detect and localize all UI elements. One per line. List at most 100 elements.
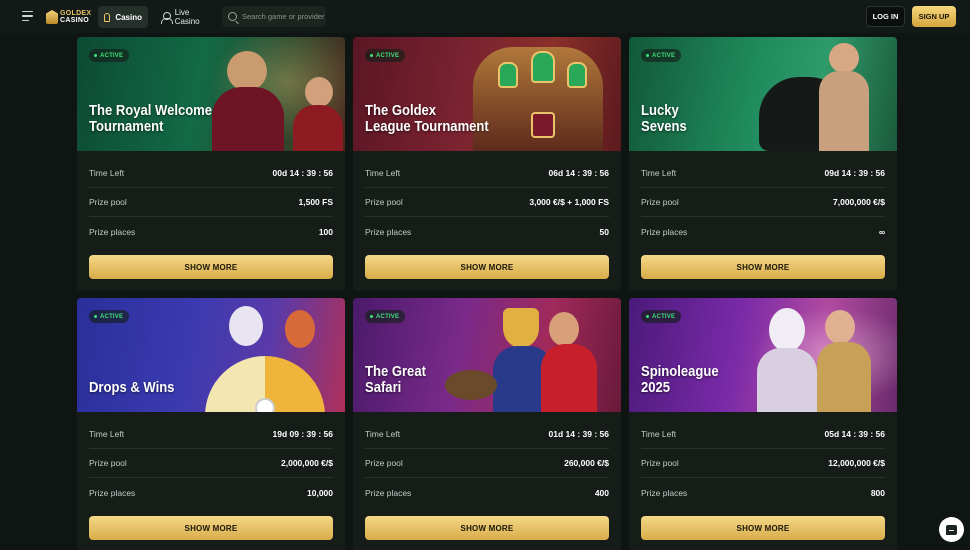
logo-line2: CASINO (60, 17, 90, 24)
tournament-banner[interactable]: ACTIVE Lucky Sevens (629, 37, 897, 151)
prize-pool-value: 12,000,000 €/$ (828, 458, 885, 468)
trophy-icon (567, 62, 587, 88)
tournament-card: ACTIVE The Great Safari Time Left 01d 14 :… (353, 298, 621, 550)
tournament-banner[interactable]: ACTIVE Spinoleague 2025 (629, 298, 897, 412)
prize-places-row: Prize places 10,000 (89, 487, 333, 498)
prize-places-value: 50 (599, 226, 609, 237)
tournament-title: The Royal Welcome Tournament (89, 103, 213, 135)
search-input[interactable] (242, 12, 326, 21)
prize-pool-value: 1,500 FS (298, 197, 334, 207)
prize-pool-row: Prize pool 260,000 €/$ (365, 449, 609, 478)
status-badge: ACTIVE (641, 310, 682, 323)
wheel-center-icon (255, 398, 275, 412)
prize-pool-value: 7,000,000 €/$ (833, 197, 885, 207)
tournament-card: ACTIVE The Goldex League Tournament Time … (353, 37, 621, 291)
search-icon (228, 12, 237, 21)
top-bar: GOLDEX CASINO Casino Live Casino LOG IN … (0, 0, 970, 33)
time-left-value: 06d 14 : 39 : 56 (548, 168, 609, 178)
prize-places-value: 10,000 (307, 487, 333, 498)
show-more-button[interactable]: SHOW MORE (365, 516, 609, 540)
live-chat-button[interactable] (939, 517, 964, 542)
tournament-banner[interactable]: ACTIVE The Royal Welcome Tournament (77, 37, 345, 151)
goddess-figure-body (817, 342, 871, 412)
tournament-title: The Goldex League Tournament (365, 103, 489, 135)
zeus-figure-head (769, 308, 805, 352)
prize-pool-row: Prize pool 1,500 FS (89, 188, 333, 217)
live-casino-icon (161, 11, 173, 24)
time-left-row: Time Left 00d 14 : 39 : 56 (89, 159, 333, 188)
nav-live-casino[interactable]: Live Casino (155, 6, 217, 28)
prize-places-row: Prize places 50 (365, 226, 609, 237)
prize-places-value: 800 (870, 487, 885, 498)
chat-icon (946, 524, 957, 535)
time-left-row: Time Left 06d 14 : 39 : 56 (365, 159, 609, 188)
time-left-row: Time Left 01d 14 : 39 : 56 (365, 420, 609, 449)
prize-pool-row: Prize pool 3,000 €/$ + 1,000 FS (365, 188, 609, 217)
trophy-icon (531, 51, 555, 83)
status-badge: ACTIVE (641, 49, 682, 62)
time-left-value: 09d 14 : 39 : 56 (824, 168, 885, 178)
man-figure-head (227, 51, 267, 91)
tournament-title: Lucky Sevens (641, 103, 687, 135)
show-more-button[interactable]: SHOW MORE (365, 255, 609, 279)
trophy-icon (498, 62, 518, 88)
goddess-figure-head (825, 310, 855, 344)
tournament-banner[interactable]: ACTIVE Drops & Wins (77, 298, 345, 412)
time-left-row: Time Left 09d 14 : 39 : 56 (641, 159, 885, 188)
signup-button[interactable]: SIGN UP (912, 6, 956, 27)
status-badge: ACTIVE (365, 310, 406, 323)
search-box[interactable] (222, 6, 326, 27)
prize-pool-value: 260,000 €/$ (564, 458, 609, 468)
show-more-button[interactable]: SHOW MORE (89, 516, 333, 540)
prize-places-row: Prize places 100 (89, 226, 333, 237)
logo-line1: GOLDEX (60, 10, 92, 17)
prize-pool-row: Prize pool 2,000,000 €/$ (89, 449, 333, 478)
tournament-title: Spinoleague 2025 (641, 364, 719, 396)
show-more-button[interactable]: SHOW MORE (89, 255, 333, 279)
prize-places-row: Prize places 400 (365, 487, 609, 498)
prize-places-row: Prize places ∞ (641, 226, 885, 237)
tournament-banner[interactable]: ACTIVE The Great Safari (353, 298, 621, 412)
prize-places-row: Prize places 800 (641, 487, 885, 498)
tournament-card: ACTIVE Lucky Sevens Time Left 09d 14 : 39 … (629, 37, 897, 291)
status-badge: ACTIVE (89, 310, 130, 323)
login-button[interactable]: LOG IN (866, 6, 905, 27)
time-left-row: Time Left 05d 14 : 39 : 56 (641, 420, 885, 449)
show-more-button[interactable]: SHOW MORE (641, 255, 885, 279)
man-figure-body (212, 87, 284, 151)
logo-text: GOLDEX CASINO (60, 10, 91, 24)
nav-casino[interactable]: Casino (98, 6, 148, 28)
logo-emblem-icon (46, 10, 58, 24)
woman-figure-head (829, 43, 859, 73)
tournament-card: ACTIVE Spinoleague 2025 Time Left 05d 14 :… (629, 298, 897, 550)
tournament-banner[interactable]: ACTIVE The Goldex League Tournament (353, 37, 621, 151)
prize-places-value: 400 (594, 487, 609, 498)
prize-places-value: ∞ (878, 226, 885, 237)
casino-icon (104, 12, 111, 22)
prize-pool-value: 2,000,000 €/$ (281, 458, 333, 468)
tournament-card: ACTIVE The Royal Welcome Tournament Time … (77, 37, 345, 291)
time-left-value: 01d 14 : 39 : 56 (548, 429, 609, 439)
pharaoh-headdress (503, 308, 539, 348)
woman-figure-body (819, 71, 869, 151)
tournament-title: Drops & Wins (89, 380, 175, 396)
nav-live-casino-label: Live Casino (174, 8, 200, 26)
zeus-figure (229, 306, 263, 346)
status-badge: ACTIVE (89, 49, 130, 62)
shield-emblem-icon (531, 112, 555, 138)
prize-pool-row: Prize pool 12,000,000 €/$ (641, 449, 885, 478)
prize-pool-value: 3,000 €/$ + 1,000 FS (529, 197, 609, 207)
time-left-value: 19d 09 : 39 : 56 (272, 429, 333, 439)
time-left-value: 05d 14 : 39 : 56 (824, 429, 885, 439)
prize-pool-row: Prize pool 7,000,000 €/$ (641, 188, 885, 217)
queen-figure-head (549, 312, 579, 346)
god-figure (285, 310, 315, 348)
tournament-title: The Great Safari (365, 364, 426, 396)
menu-icon[interactable] (17, 6, 39, 26)
show-more-button[interactable]: SHOW MORE (641, 516, 885, 540)
time-left-row: Time Left 19d 09 : 39 : 56 (89, 420, 333, 449)
queen-figure-body (541, 344, 597, 412)
nav-casino-label: Casino (115, 12, 142, 22)
time-left-value: 00d 14 : 39 : 56 (272, 168, 333, 178)
site-logo[interactable]: GOLDEX CASINO (46, 9, 91, 25)
